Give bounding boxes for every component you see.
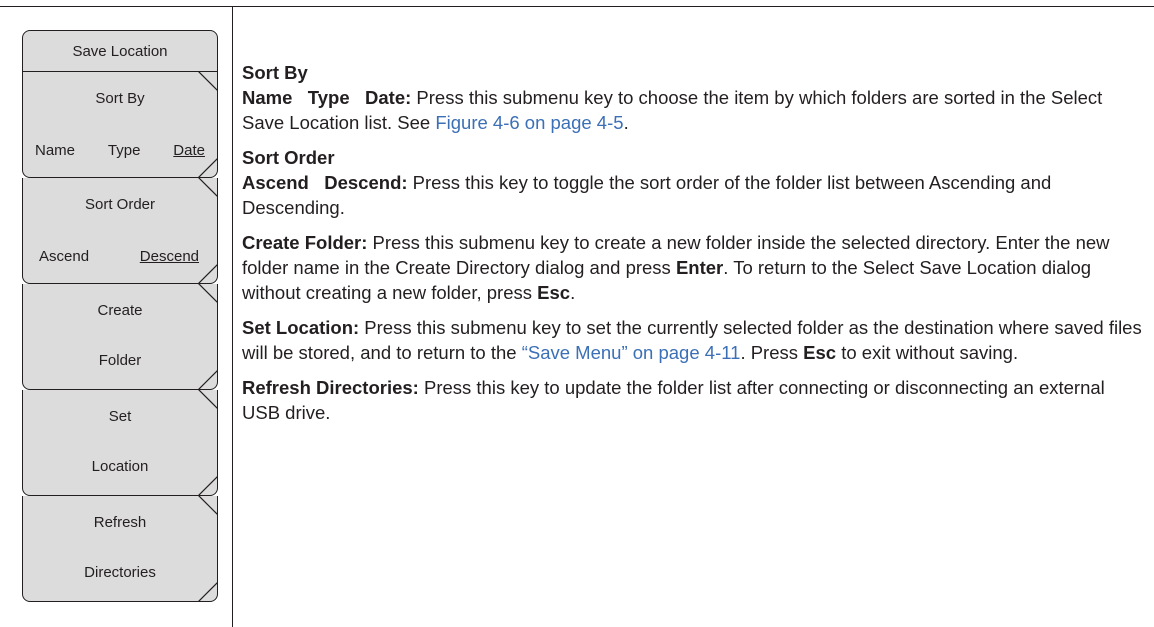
esc-key-text: Esc: [803, 342, 837, 363]
set-location-text2: . Press: [740, 342, 804, 363]
sort-by-options: Name Type Date: [35, 142, 205, 159]
enter-key-text: Enter: [675, 257, 724, 278]
key-corner-icon: [198, 264, 218, 284]
key-corner-icon: [198, 71, 218, 91]
set-location-term: Set Location:: [242, 317, 360, 338]
sort-by-heading: Sort By: [242, 62, 308, 83]
set-location-line1: Set: [108, 408, 132, 425]
key-corner-icon: [198, 177, 218, 197]
key-corner-icon: [198, 476, 218, 496]
esc-key-text: Esc: [537, 282, 571, 303]
sort-by-label: Sort By: [95, 90, 145, 107]
refresh-directories-key[interactable]: Refresh Directories: [22, 495, 218, 602]
sort-by-end: .: [623, 112, 629, 133]
key-corner-icon: [198, 370, 218, 390]
key-corner-icon: [198, 582, 218, 602]
refresh-directories-line2: Directories: [84, 564, 156, 581]
key-corner-icon: [198, 283, 218, 303]
option-ascend: Ascend: [39, 248, 90, 265]
refresh-directories-paragraph: Refresh Directories: Press this key to u…: [242, 375, 1142, 425]
sort-by-paragraph: Name Type Date: Press this submenu key t…: [242, 85, 1142, 135]
sort-order-term: Ascend Descend:: [242, 172, 408, 193]
create-folder-term: Create Folder:: [242, 232, 368, 253]
key-corner-icon: [198, 495, 218, 515]
sort-by-section: Sort By Name Type Date: Press this subme…: [242, 60, 1142, 135]
create-folder-line1: Create: [97, 302, 143, 319]
sort-order-paragraph: Ascend Descend: Press this key to toggle…: [242, 170, 1142, 220]
refresh-directories-term: Refresh Directories:: [242, 377, 419, 398]
create-folder-text3: .: [570, 282, 576, 303]
set-location-paragraph: Set Location: Press this submenu key to …: [242, 315, 1142, 365]
save-menu-link[interactable]: “Save Menu” on page 4-11: [522, 342, 741, 363]
sort-order-key[interactable]: Sort Order Ascend Descend: [22, 177, 218, 284]
sort-order-section: Sort Order Ascend Descend: Press this ke…: [242, 145, 1142, 220]
menu-title: Save Location: [22, 30, 218, 72]
key-corner-icon: [198, 158, 218, 178]
option-type: Type: [107, 142, 141, 159]
sort-order-options: Ascend Descend: [39, 248, 199, 265]
create-folder-line2: Folder: [98, 352, 142, 369]
top-rule: [0, 6, 1154, 7]
set-location-line2: Location: [91, 458, 149, 475]
sort-by-key[interactable]: Sort By Name Type Date: [22, 71, 218, 178]
create-folder-paragraph: Create Folder: Press this submenu key to…: [242, 230, 1142, 305]
save-location-menu: Save Location Sort By Name Type Date Sor…: [22, 30, 218, 602]
sort-order-label: Sort Order: [84, 196, 156, 213]
sort-by-term: Name Type Date:: [242, 87, 412, 108]
column-divider: [232, 6, 233, 627]
refresh-directories-line1: Refresh: [93, 514, 147, 531]
figure-link[interactable]: Figure 4-6 on page 4-5: [435, 112, 623, 133]
description-text: Sort By Name Type Date: Press this subme…: [242, 60, 1142, 435]
create-folder-key[interactable]: Create Folder: [22, 283, 218, 390]
sort-order-heading: Sort Order: [242, 147, 335, 168]
option-name: Name: [35, 142, 76, 159]
option-date-selected: Date: [173, 142, 205, 159]
key-corner-icon: [198, 389, 218, 409]
set-location-key[interactable]: Set Location: [22, 389, 218, 496]
set-location-text3: to exit without saving.: [836, 342, 1019, 363]
option-descend-selected: Descend: [139, 248, 199, 265]
